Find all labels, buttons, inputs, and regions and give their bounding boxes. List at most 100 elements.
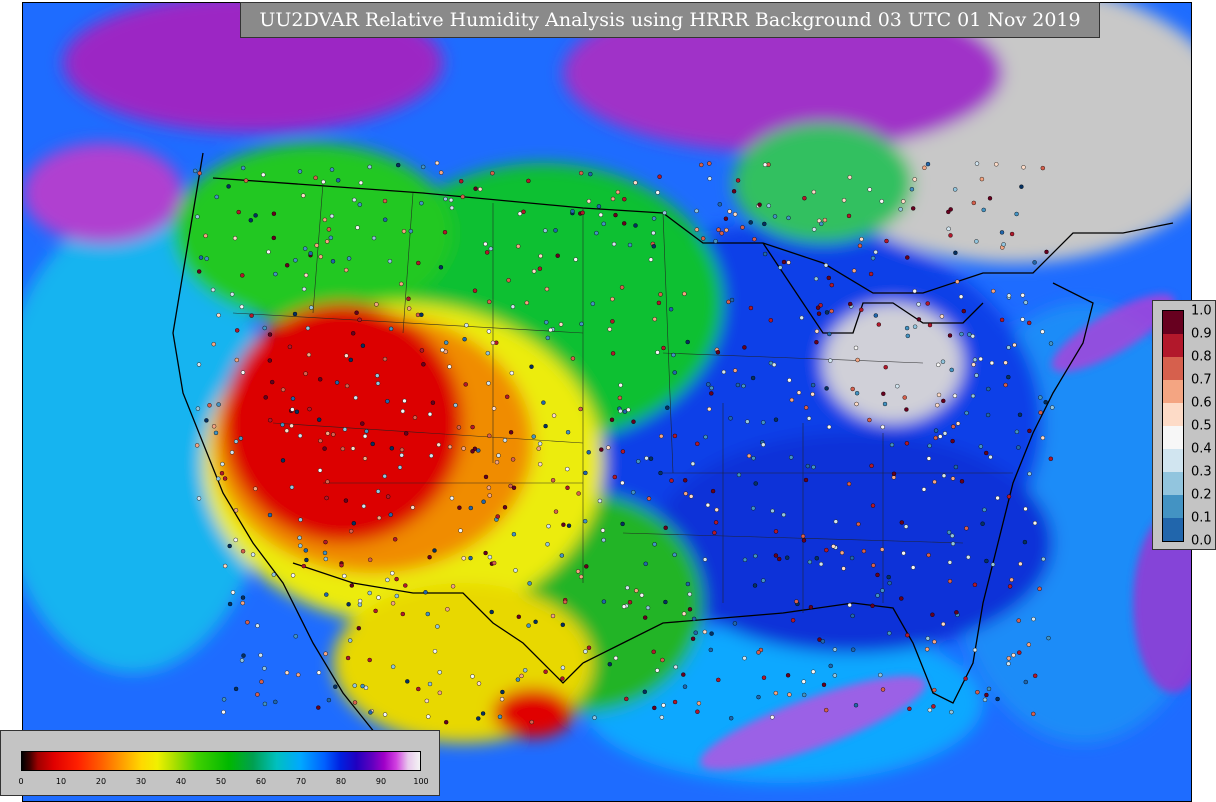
observation-dot: [526, 623, 531, 628]
observation-dot: [1001, 242, 1006, 247]
observation-dot: [468, 555, 473, 561]
observation-dot: [499, 697, 505, 702]
observation-dot: [317, 468, 323, 473]
observation-dot: [1026, 642, 1031, 647]
observation-dot: [566, 523, 572, 528]
observation-dot: [801, 679, 806, 684]
observation-dot: [673, 664, 678, 670]
observation-dot: [936, 362, 941, 367]
observation-dot: [298, 517, 303, 522]
observation-dot: [926, 552, 931, 558]
observation-dot: [1006, 494, 1012, 499]
observation-dot: [543, 228, 548, 233]
observation-dot: [964, 526, 969, 531]
colorbar-tick-label: 0.2: [1191, 487, 1212, 503]
observation-dot: [881, 391, 886, 396]
observation-dot: [642, 689, 647, 694]
observation-dot: [721, 369, 726, 375]
observation-dot: [832, 647, 838, 652]
observation-dot: [407, 306, 412, 311]
observation-dot: [716, 677, 721, 683]
observation-dot: [880, 547, 885, 552]
observation-dot: [342, 573, 347, 579]
observation-dot: [846, 481, 852, 487]
observation-dot: [601, 221, 606, 227]
observation-dot: [403, 583, 408, 588]
rh-analysis-map: [23, 3, 1191, 801]
observation-dot: [486, 329, 492, 334]
observation-dot: [728, 416, 733, 421]
observation-dot: [912, 177, 917, 182]
observation-dot: [655, 190, 660, 195]
observation-dot: [709, 385, 714, 391]
observation-dot: [882, 401, 888, 407]
observation-dot: [221, 697, 227, 702]
observation-dot: [985, 412, 991, 418]
observation-dot: [970, 334, 975, 339]
observation-dot: [303, 246, 308, 251]
observation-dot: [618, 383, 623, 388]
observation-dot: [383, 217, 388, 222]
observation-dot: [240, 370, 246, 375]
observation-dot: [284, 670, 290, 675]
observation-dot: [516, 244, 521, 249]
observation-dot: [447, 444, 453, 450]
observation-dot: [324, 495, 329, 501]
observation-dot: [610, 319, 615, 324]
observation-dot: [262, 701, 268, 707]
observation-dot: [857, 243, 863, 249]
observation-dot: [790, 618, 796, 623]
observation-dot: [618, 408, 623, 414]
observation-dot: [463, 382, 468, 387]
observation-dot: [613, 212, 618, 218]
observation-dot: [410, 505, 415, 510]
observation-dot: [773, 529, 779, 534]
observation-dot: [904, 325, 910, 331]
rh-tick-label: 70: [295, 777, 307, 786]
observation-dot: [449, 205, 455, 211]
observation-dot: [643, 561, 648, 566]
observation-dot: [941, 473, 947, 478]
observation-dot: [601, 537, 606, 543]
observation-dot: [255, 623, 260, 628]
observation-dot: [207, 403, 212, 408]
map-frame: [22, 2, 1192, 802]
observation-dot: [476, 716, 481, 721]
observation-dot: [306, 352, 312, 357]
observation-dot: [668, 307, 674, 312]
observation-dot: [515, 677, 521, 682]
observation-dot: [951, 424, 956, 429]
observation-dot: [541, 400, 546, 405]
observation-dot: [400, 611, 405, 617]
observation-dot: [847, 602, 852, 608]
observation-dot: [387, 259, 393, 264]
observation-dot: [349, 529, 354, 534]
observation-dot: [429, 453, 434, 458]
observation-dot: [828, 358, 833, 363]
observation-dot: [687, 607, 693, 612]
observation-dot: [756, 650, 761, 655]
observation-dot: [986, 686, 992, 692]
observation-dot: [609, 417, 615, 422]
observation-dot: [852, 268, 857, 273]
observation-dot: [350, 446, 356, 451]
observation-dot: [999, 317, 1005, 323]
observation-dot: [1032, 520, 1038, 526]
observation-dot: [301, 563, 306, 569]
observation-dot: [239, 304, 245, 309]
observation-dot: [748, 305, 754, 311]
observation-dot: [318, 254, 323, 259]
observation-dot: [334, 380, 340, 385]
observation-dot: [661, 345, 666, 351]
observation-dot: [221, 709, 226, 715]
observation-dot: [853, 345, 859, 351]
observation-dot: [827, 331, 832, 337]
observation-dot: [336, 178, 341, 183]
observation-dot: [1006, 661, 1011, 666]
observation-dot: [325, 239, 330, 244]
observation-dot: [400, 409, 405, 414]
observation-dot: [620, 480, 625, 486]
observation-dot: [434, 160, 440, 166]
observation-dot: [236, 209, 241, 215]
observation-dot: [925, 647, 930, 652]
